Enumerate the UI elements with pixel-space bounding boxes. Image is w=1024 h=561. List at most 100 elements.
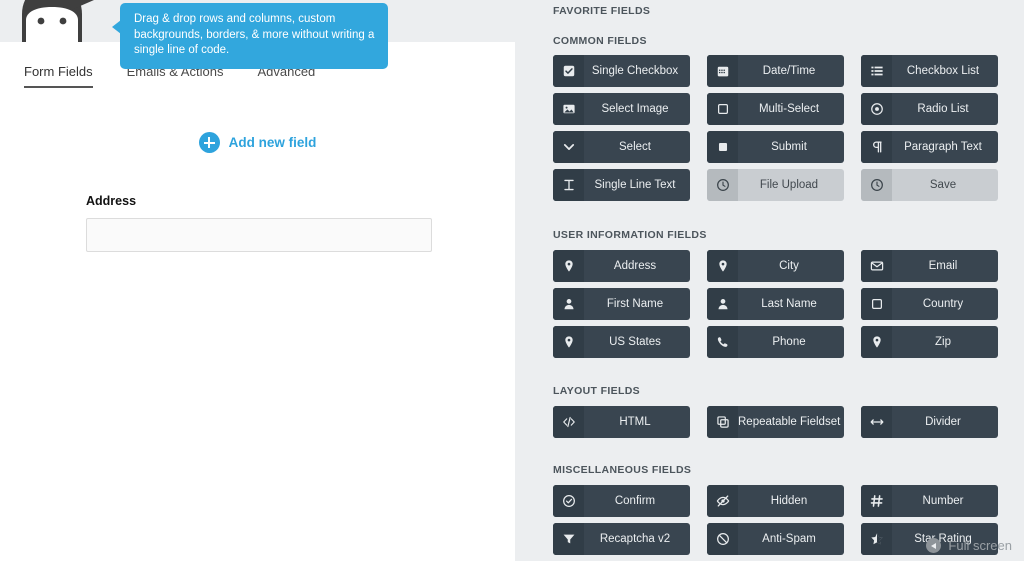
field-button-label: Hidden [770,495,808,507]
filter-icon [553,523,584,555]
map-pin-icon [553,250,584,282]
field-button-select-image[interactable]: Select Image [553,93,690,125]
field-button-us-states[interactable]: US States [553,326,690,358]
fullscreen-control[interactable]: Full screen [926,538,1012,553]
field-button-label: Divider [925,416,961,428]
upload-clock-icon [861,169,892,201]
field-button-date-time[interactable]: Date/Time [707,55,844,87]
plus-icon [198,132,220,153]
play-back-icon [926,538,942,553]
tooltip-text: Drag & drop rows and columns, custom bac… [134,13,375,56]
field-button-zip[interactable]: Zip [861,326,998,358]
address-input[interactable] [86,218,432,252]
tab-form-fields[interactable]: Form Fields [24,64,93,88]
field-palette-sidebar: FAVORITE FIELDS COMMON FIELDS USER INFOR… [515,0,1024,561]
section-title-miscellaneous: MISCELLANEOUS FIELDS [553,464,692,476]
field-button-file-upload: File Upload [707,169,844,201]
text-cursor-icon [553,169,584,201]
field-button-first-name[interactable]: First Name [553,288,690,320]
field-button-label: HTML [619,416,651,428]
arrows-h-icon [861,406,892,438]
square-outline-icon [861,288,892,320]
field-button-label: Select Image [601,103,669,115]
hash-icon [861,485,892,517]
map-pin-icon [707,250,738,282]
drag-drop-tooltip: Drag & drop rows and columns, custom bac… [112,3,388,69]
section-title-user-info: USER INFORMATION FIELDS [553,229,707,241]
add-new-field-button[interactable]: Add new field [0,132,515,153]
field-button-multi-select[interactable]: Multi-Select [707,93,844,125]
field-button-checkbox-list[interactable]: Checkbox List [861,55,998,87]
field-button-label: Last Name [761,298,817,310]
field-button-paragraph-text[interactable]: Paragraph Text [861,131,998,163]
field-button-label: Anti-Spam [762,533,816,545]
field-button-label: Zip [935,336,951,348]
field-grid-common: Single Checkbox Date/Time Checkbox List Sel… [553,55,1001,201]
copy-icon [707,406,738,438]
field-button-single-line-text[interactable]: Single Line Text [553,169,690,201]
ban-icon [707,523,738,555]
chevron-down-icon [553,131,584,163]
field-button-repeatable-fieldset[interactable]: Repeatable Fieldset [707,406,844,438]
ninja-forms-logo [8,0,96,42]
tooltip-arrow-icon [112,20,121,34]
field-button-label: Single Line Text [594,179,676,191]
form-builder-app: Form Fields Emails & Actions Advanced Add … [0,0,1024,561]
field-button-select[interactable]: Select [553,131,690,163]
add-new-field-label: Add new field [228,135,317,150]
field-button-address[interactable]: Address [553,250,690,282]
field-label: Address [86,194,137,208]
field-button-email[interactable]: Email [861,250,998,282]
square-filled-icon [707,131,738,163]
field-button-recaptcha-v2[interactable]: Recaptcha v2 [553,523,690,555]
field-button-single-checkbox[interactable]: Single Checkbox [553,55,690,87]
form-builder-canvas: Form Fields Emails & Actions Advanced Add … [0,42,515,561]
checkbox-checked-icon [553,55,584,87]
field-button-phone[interactable]: Phone [707,326,844,358]
section-title-favorite: FAVORITE FIELDS [553,5,651,17]
square-outline-icon [707,93,738,125]
list-icon [861,55,892,87]
field-button-label: Email [928,260,958,272]
field-button-number[interactable]: Number [861,485,998,517]
field-button-city[interactable]: City [707,250,844,282]
field-button-label: Address [613,260,657,272]
field-grid-user-info: Address City Email First Name Last Name Count… [553,250,1001,358]
field-button-label: City [779,260,799,272]
star-half-icon [861,523,892,555]
field-button-label: Confirm [614,495,656,507]
field-button-radio-list[interactable]: Radio List [861,93,998,125]
section-title-common: COMMON FIELDS [553,35,647,47]
field-button-hidden[interactable]: Hidden [707,485,844,517]
calendar-icon [707,55,738,87]
field-grid-layout: HTML Repeatable Fieldset Divider [553,406,1001,438]
field-button-label: Number [922,495,964,507]
code-icon [553,406,584,438]
field-button-label: Paragraph Text [904,141,982,153]
user-icon [707,288,738,320]
radio-icon [861,93,892,125]
field-button-save: Save [861,169,998,201]
field-button-submit[interactable]: Submit [707,131,844,163]
image-icon [553,93,584,125]
pilcrow-icon [861,131,892,163]
map-pin-icon [861,326,892,358]
field-button-label: Save [929,179,957,191]
map-pin-icon [553,326,584,358]
field-button-confirm[interactable]: Confirm [553,485,690,517]
field-button-last-name[interactable]: Last Name [707,288,844,320]
field-button-label: Multi-Select [758,103,820,115]
field-button-label: Recaptcha v2 [599,533,671,545]
field-button-html[interactable]: HTML [553,406,690,438]
field-button-label: Checkbox List [906,65,980,77]
field-button-label: First Name [606,298,664,310]
field-button-label: Radio List [917,103,969,115]
eye-slash-icon [707,485,738,517]
field-button-label: Select [619,141,651,153]
field-button-anti-spam[interactable]: Anti-Spam [707,523,844,555]
check-circle-icon [553,485,584,517]
field-button-label: Repeatable Fieldset [738,416,841,428]
field-button-label: Country [922,298,964,310]
field-button-country[interactable]: Country [861,288,998,320]
field-button-divider[interactable]: Divider [861,406,998,438]
